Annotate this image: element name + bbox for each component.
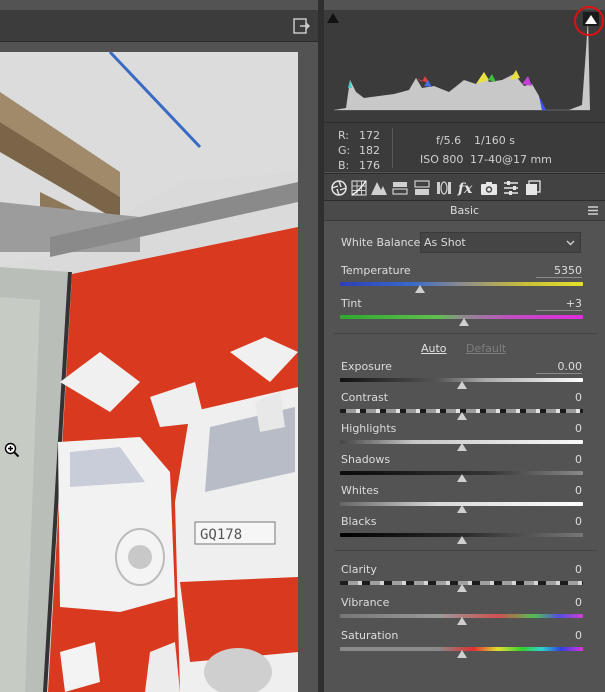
blacks-value[interactable]: 0 — [536, 515, 582, 528]
shadows-slider-thumb[interactable] — [456, 474, 467, 482]
contrast-label: Contrast — [341, 391, 389, 404]
tab-detail[interactable] — [370, 179, 388, 197]
split-toning-icon — [414, 180, 430, 195]
contrast-value[interactable]: 0 — [536, 391, 582, 404]
photo-preview-with-clipping-overlay[interactable]: GQ178 — [0, 52, 298, 692]
rgb-readout-b: B: 176 — [338, 159, 380, 172]
highlights-value[interactable]: 0 — [536, 422, 582, 435]
clarity-value[interactable]: 0 — [536, 563, 582, 576]
tab-snapshots[interactable] — [524, 179, 542, 197]
preview-toolbar — [0, 10, 318, 42]
image-preview-area: GQ178 — [0, 0, 318, 692]
histogram — [324, 6, 605, 122]
whites-slider-thumb[interactable] — [456, 505, 467, 513]
shutter-readout: 1/160 s — [474, 134, 515, 147]
adjustments-panel: R: 172 G: 182 B: 176 f/5.6 1/160 s ISO 800 … — [324, 0, 605, 692]
panel-menu-icon[interactable] — [587, 205, 599, 216]
snapshots-icon — [526, 180, 541, 195]
whites-value[interactable]: 0 — [536, 484, 582, 497]
sliders-icon — [504, 181, 518, 195]
svg-text:fx: fx — [457, 181, 473, 197]
section-separator — [334, 333, 597, 334]
highlights-label: Highlights — [341, 422, 397, 435]
clarity-label: Clarity — [341, 563, 377, 576]
tab-basic[interactable] — [330, 179, 348, 197]
shadows-label: Shadows — [341, 453, 391, 466]
zoom-magnifier-icon[interactable] — [4, 442, 20, 458]
tab-lens-corrections[interactable] — [435, 179, 453, 197]
highlights-slider-thumb[interactable] — [456, 443, 467, 451]
blacks-label: Blacks — [341, 515, 377, 528]
tab-split-toning[interactable] — [413, 179, 431, 197]
rgb-readout-g: G: 182 — [338, 144, 380, 157]
iso-readout: ISO 800 — [420, 153, 464, 166]
tint-slider-thumb[interactable] — [458, 318, 469, 326]
fx-icon: fx — [457, 181, 473, 197]
exit-fullscreen-icon[interactable] — [292, 17, 310, 35]
vibrance-label: Vibrance — [341, 596, 390, 609]
vibrance-slider-thumb[interactable] — [456, 617, 467, 625]
saturation-slider-thumb[interactable] — [456, 650, 467, 658]
chevron-down-icon — [566, 240, 575, 246]
info-separator — [392, 128, 393, 168]
split-bars-icon — [392, 182, 408, 195]
tint-label: Tint — [341, 297, 362, 310]
temperature-slider-thumb[interactable] — [415, 285, 426, 293]
blacks-slider-thumb[interactable] — [456, 536, 467, 544]
aperture-readout: f/5.6 — [436, 134, 462, 147]
panel-title: Basic — [324, 201, 605, 221]
shadows-value[interactable]: 0 — [536, 453, 582, 466]
section-separator — [334, 550, 597, 551]
shadow-clipping-warning-icon[interactable] — [326, 12, 340, 24]
exposure-value[interactable]: 0.00 — [536, 360, 582, 374]
vibrance-value[interactable]: 0 — [536, 596, 582, 609]
camera-icon — [481, 182, 497, 195]
tab-tone-curve[interactable] — [350, 179, 368, 197]
exposure-slider-thumb[interactable] — [456, 381, 467, 389]
tab-camera-calibration[interactable] — [480, 179, 498, 197]
grid-icon — [351, 180, 367, 196]
temperature-value[interactable]: 5350 — [536, 264, 582, 278]
rgb-readout-r: R: 172 — [338, 129, 380, 142]
pixel-info-readout: R: 172 G: 182 B: 176 f/5.6 1/160 s ISO 800 … — [324, 122, 605, 172]
saturation-label: Saturation — [341, 629, 399, 642]
tint-value[interactable]: +3 — [536, 297, 582, 311]
svg-text:GQ178: GQ178 — [200, 527, 242, 543]
temperature-label: Temperature — [341, 264, 411, 277]
clarity-slider-thumb[interactable] — [456, 584, 467, 592]
highlight-clipping-warning-icon[interactable] — [583, 12, 599, 26]
white-balance-value: As Shot — [424, 236, 466, 249]
lens-icon — [437, 181, 451, 195]
panel-tabs: fx — [324, 173, 605, 201]
temperature-track[interactable] — [340, 282, 583, 286]
panel-title-text: Basic — [449, 204, 480, 217]
exposure-label: Exposure — [341, 360, 392, 373]
tab-hsl[interactable] — [391, 179, 409, 197]
tab-presets[interactable] — [502, 179, 520, 197]
tab-effects[interactable]: fx — [457, 179, 475, 197]
whites-label: Whites — [341, 484, 379, 497]
lens-readout: 17-40@17 mm — [470, 153, 552, 166]
aperture-icon — [331, 180, 347, 196]
mountains-icon — [371, 182, 387, 195]
default-tone-link[interactable]: Default — [466, 342, 506, 355]
white-balance-label: White Balance: — [341, 236, 425, 249]
contrast-slider-thumb[interactable] — [456, 412, 467, 420]
saturation-value[interactable]: 0 — [536, 629, 582, 642]
auto-tone-link[interactable]: Auto — [421, 342, 447, 355]
white-balance-select[interactable]: As Shot — [420, 232, 581, 253]
